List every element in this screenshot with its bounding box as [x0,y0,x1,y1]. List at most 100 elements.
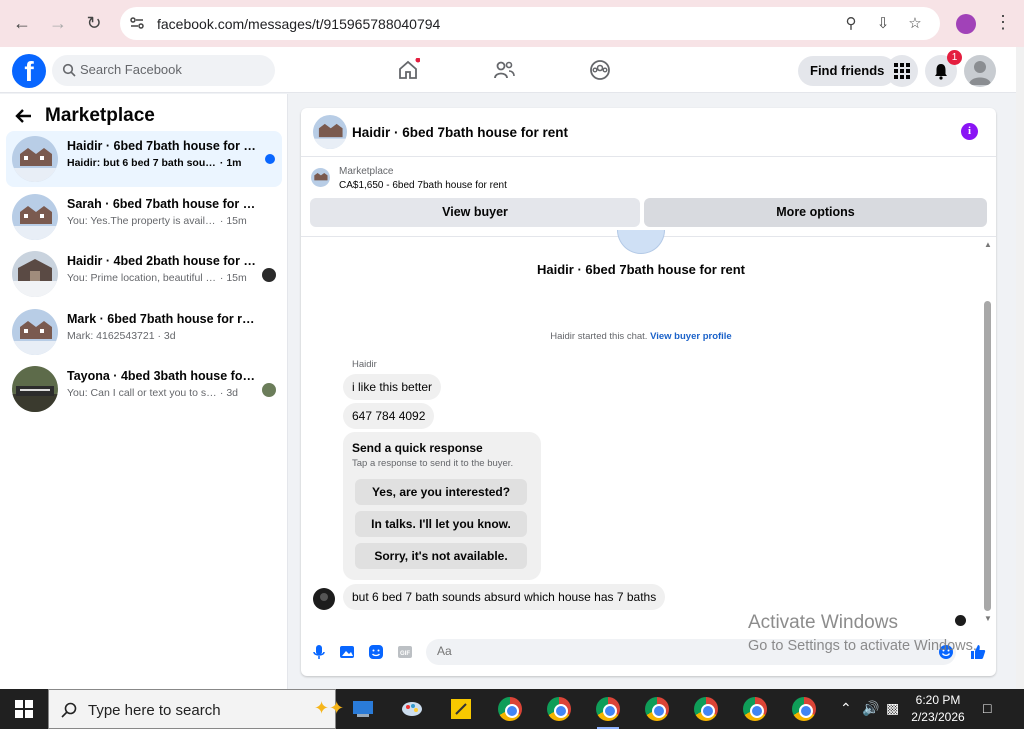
sticker-icon[interactable] [368,644,384,660]
windows-taskbar: Type here to search ✦✦ ⌃ 🔊 ▩ 6:20 PM 2/2… [0,689,1024,729]
chrome-profile-app-icon[interactable] [789,694,819,724]
scroll-down-icon[interactable]: ▼ [984,614,992,623]
account-avatar[interactable] [964,55,996,87]
bookmark-star-icon[interactable]: ☆ [906,14,924,32]
notification-badge: 1 [947,50,962,65]
conversation-preview: Haidir: but 6 bed 7 bath sounds a... · 1… [67,157,242,169]
back-arrow-icon[interactable]: ← [11,12,33,34]
sender-avatar[interactable] [313,588,335,610]
thumbs-up-icon[interactable] [970,644,986,660]
windows-start-icon[interactable] [0,689,48,729]
facebook-header: f Find friends 1 [0,47,1016,93]
network-icon[interactable]: ▩ [886,700,899,717]
view-buyer-button[interactable]: View buyer [310,198,640,227]
facebook-logo-icon[interactable]: f [12,54,46,88]
conversation-item[interactable]: Sarah · 6bed 7bath house for rent You: Y… [6,189,282,245]
quick-response-option[interactable]: Sorry, it's not available. [355,543,527,569]
conversation-title: Haidir · 6bed 7bath house for rent [536,262,746,277]
back-arrow-icon[interactable] [14,106,34,126]
page-scrollbar[interactable] [1016,47,1024,689]
forward-arrow-icon[interactable]: → [47,12,69,34]
chat-title[interactable]: Haidir · 6bed 7bath house for rent [352,125,568,140]
conversation-item[interactable]: Mark · 6bed 7bath house for rent Mark: 4… [6,304,282,360]
quick-response-title: Send a quick response [352,441,483,455]
zoom-icon[interactable]: ⚲ [842,14,860,32]
gif-icon[interactable]: GIF [397,644,413,660]
chrome-profile-app-icon[interactable] [642,694,672,724]
view-buyer-profile-link[interactable]: View buyer profile [650,331,732,342]
conversation-title: Haidir · 6bed 7bath house for rent [67,139,257,153]
listing-price[interactable]: CA$1,650 - 6bed 7bath house for rent [339,180,507,191]
conversation-time: · 3d [219,387,239,399]
chrome-profile-app-icon[interactable] [593,694,623,729]
address-bar[interactable]: facebook.com/messages/t/915965788040794 … [120,7,940,40]
reload-icon[interactable]: ↻ [83,12,105,34]
paint-app-icon[interactable] [397,694,427,724]
notification-center-icon[interactable]: □ [983,700,991,716]
install-app-icon[interactable]: ⇩ [874,14,892,32]
facebook-search-input[interactable] [80,62,260,77]
conversation-item[interactable]: Haidir · 4bed 2bath house for rent You: … [6,246,282,302]
house-thumbnail[interactable] [313,115,347,149]
photo-icon[interactable] [339,644,355,660]
conversation-time: · 15m [219,272,247,284]
conversation-item[interactable]: Haidir · 6bed 7bath house for rent Haidi… [6,131,282,187]
chrome-profile-app-icon[interactable] [544,694,574,724]
house-thumbnail [12,136,58,182]
chrome-profile-app-icon[interactable] [495,694,525,724]
show-hidden-icons-icon[interactable]: ⌃ [840,700,852,717]
house-thumbnail [311,168,330,187]
browser-profile-icon[interactable] [956,14,976,34]
facebook-search[interactable] [52,55,275,86]
find-friends-button[interactable]: Find friends [798,56,897,86]
marketplace-conversation-list: Marketplace Haidir · 6bed 7bath house fo… [0,94,288,689]
conversation-title: Mark · 6bed 7bath house for rent [67,312,257,326]
sender-name: Haidir [352,359,377,370]
conversation-item[interactable]: Tayona · 4bed 3bath house for r... You: … [6,361,282,417]
scroll-thumb[interactable] [984,301,991,611]
clock-time: 6:20 PM [915,693,961,707]
chrome-profile-app-icon[interactable] [691,694,721,724]
message-input-box[interactable] [426,639,956,665]
quick-response-option[interactable]: In talks. I'll let you know. [355,511,527,537]
conversation-preview: You: Yes.The property is available. It'.… [67,215,247,227]
house-thumbnail [12,309,58,355]
message-input[interactable] [437,644,737,658]
chrome-profile-app-icon[interactable] [740,694,770,724]
house-thumbnail [12,194,58,240]
browser-menu-icon[interactable]: ⋮ [994,12,1012,33]
more-options-button[interactable]: More options [644,198,987,227]
taskbar-search-placeholder: Type here to search [88,702,221,719]
volume-icon[interactable]: 🔊 [862,700,879,717]
scroll-up-icon[interactable]: ▲ [984,240,992,249]
url-text: facebook.com/messages/t/915965788040794 [157,16,441,32]
message-bubble: 647 784 4092 [343,403,435,429]
emoji-icon[interactable] [938,644,954,660]
file-explorer-app-icon[interactable] [348,694,378,724]
conversation-time: · 1m [219,157,242,169]
microphone-icon[interactable] [311,644,327,660]
listing-source: Marketplace [339,166,394,177]
house-thumbnail [12,366,58,412]
taskbar-search[interactable]: Type here to search ✦✦ [48,689,344,729]
copilot-sparkle-icon: ✦✦ [314,698,345,718]
menu-grid-icon[interactable] [886,55,918,87]
site-settings-icon[interactable] [128,14,146,32]
chat-started-notice: Haidir started this chat. View buyer pro… [550,331,732,342]
groups-icon[interactable] [588,58,612,82]
info-icon[interactable]: i [961,123,978,140]
conversation-avatar [617,230,665,254]
home-icon[interactable] [396,58,420,82]
quick-response-option[interactable]: Yes, are you interested? [355,479,527,505]
system-clock[interactable]: 6:20 PM 2/23/2026 [906,692,970,726]
house-thumbnail [12,251,58,297]
conversation-preview: You: Can I call or text you to sched... … [67,387,239,399]
quick-response-card: Send a quick response Tap a response to … [343,432,541,580]
sticky-notes-app-icon[interactable] [446,694,476,724]
message-thread: Haidir · 6bed 7bath house for rent Haidi… [301,230,996,628]
conversation-title: Tayona · 4bed 3bath house for r... [67,369,257,383]
svg-text:GIF: GIF [400,651,410,657]
friends-icon[interactable] [492,58,516,82]
chat-scrollbar[interactable]: ▲ ▼ [981,238,995,628]
read-receipt-avatar [262,383,276,397]
